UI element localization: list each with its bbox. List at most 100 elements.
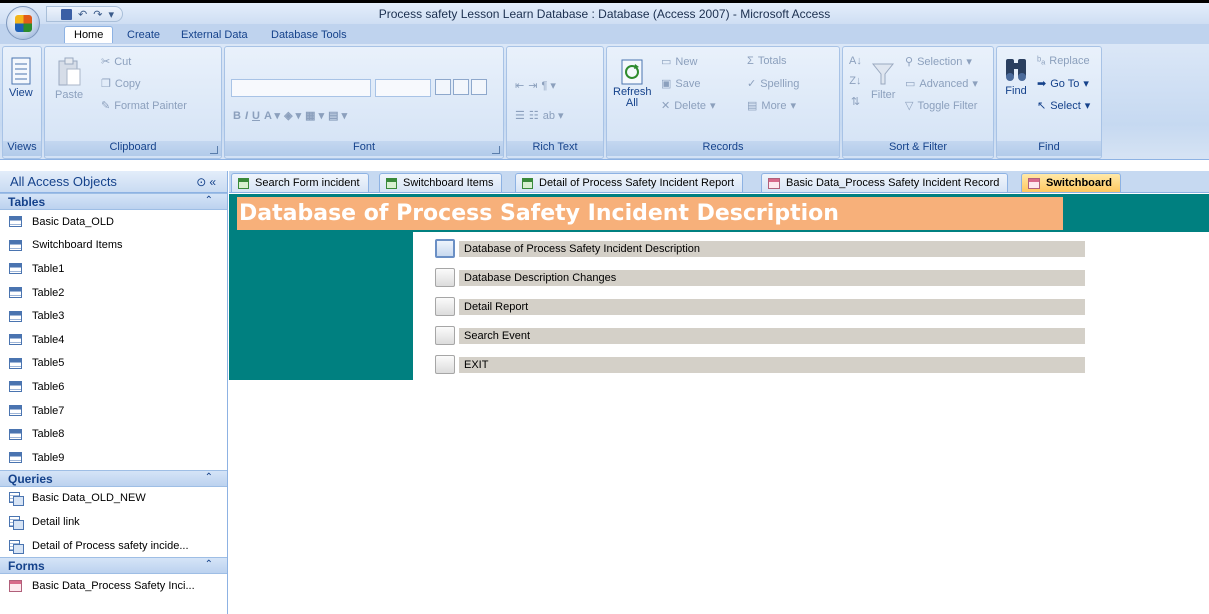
nav-item-table[interactable]: Table8 bbox=[0, 422, 227, 446]
nav-item-label: Table3 bbox=[32, 310, 65, 323]
delete-record-button[interactable]: ✕ Delete ▾ bbox=[661, 99, 716, 113]
office-button[interactable] bbox=[6, 6, 40, 40]
group-views: View Views bbox=[2, 46, 42, 159]
toggle-filter-label: Toggle Filter bbox=[917, 99, 978, 112]
tab-create[interactable]: Create bbox=[118, 27, 169, 43]
paragraph-icon[interactable]: ¶ ▾ bbox=[541, 79, 556, 92]
font-color-icon[interactable]: A ▾ bbox=[264, 109, 280, 122]
shutter-bar-close-icon[interactable]: « bbox=[209, 175, 219, 189]
doc-tab-detail-report[interactable]: Detail of Process Safety Incident Report bbox=[515, 173, 744, 192]
refresh-all-button[interactable]: Refresh All bbox=[613, 59, 652, 109]
italic-icon[interactable]: I bbox=[245, 110, 248, 122]
underline-icon[interactable]: U bbox=[252, 110, 260, 122]
advanced-button[interactable]: ▭ Advanced ▾ bbox=[905, 77, 978, 91]
alt-fill-icon[interactable]: ▤ ▾ bbox=[328, 109, 347, 122]
nav-item-table[interactable]: Table5 bbox=[0, 352, 227, 376]
clipboard-launcher-icon[interactable] bbox=[210, 146, 218, 154]
doc-tab-basic-data[interactable]: Basic Data_Process Safety Incident Recor… bbox=[761, 173, 1009, 192]
nav-item-table[interactable]: Table7 bbox=[0, 399, 227, 423]
nav-section-query[interactable]: Queries ⌃ bbox=[0, 469, 227, 487]
find-button[interactable]: Find bbox=[1003, 55, 1029, 97]
switchboard-option-button[interactable] bbox=[435, 355, 455, 374]
filter-button[interactable]: Filter bbox=[871, 61, 895, 101]
collapse-chevron-icon[interactable]: ⌃ bbox=[205, 559, 213, 570]
nav-controls: ⊙« bbox=[196, 175, 219, 189]
selection-button[interactable]: ⚲ Selection ▾ bbox=[905, 55, 972, 69]
nav-item-table[interactable]: Table2 bbox=[0, 281, 227, 305]
table-icon bbox=[9, 405, 22, 417]
switchboard-option-label: Database of Process Safety Incident Desc… bbox=[459, 240, 1085, 257]
doc-tab-search-form[interactable]: Search Form incident bbox=[231, 173, 369, 192]
align-left-icon[interactable] bbox=[435, 79, 451, 95]
decrease-indent-icon[interactable]: ⇤ bbox=[515, 79, 524, 92]
bold-icon[interactable]: B bbox=[233, 110, 241, 122]
select-label: Select bbox=[1050, 99, 1081, 112]
nav-item-query[interactable]: Detail link bbox=[0, 510, 227, 534]
select-pointer-icon: ↖ bbox=[1037, 100, 1047, 112]
switchboard-heading: Database of Process Safety Incident Desc… bbox=[237, 197, 1063, 230]
gridlines-icon[interactable]: ▦ ▾ bbox=[305, 109, 324, 122]
table-icon bbox=[9, 310, 22, 322]
nav-item-table[interactable]: Table6 bbox=[0, 375, 227, 399]
nav-item-query[interactable]: Detail of Process safety incide... bbox=[0, 534, 227, 558]
delete-dropdown-icon: ▾ bbox=[710, 100, 716, 112]
switchboard-option-button[interactable] bbox=[435, 268, 455, 287]
tab-external-data[interactable]: External Data bbox=[172, 27, 257, 43]
nav-item-table[interactable]: Basic Data_OLD bbox=[0, 210, 227, 234]
nav-item-query[interactable]: Basic Data_OLD_NEW bbox=[0, 487, 227, 511]
nav-item-table[interactable]: Table4 bbox=[0, 328, 227, 352]
tab-database-tools[interactable]: Database Tools bbox=[262, 27, 356, 43]
increase-indent-icon[interactable]: ⇥ bbox=[528, 79, 537, 92]
doc-tab-label: Detail of Process Safety Incident Report bbox=[539, 177, 735, 189]
nav-section-form[interactable]: Forms ⌃ bbox=[0, 557, 227, 575]
spelling-button[interactable]: ✓ Spelling bbox=[747, 77, 799, 91]
nav-item-table[interactable]: Table9 bbox=[0, 446, 227, 470]
switchboard-option-label: EXIT bbox=[459, 356, 1085, 373]
nav-item-table[interactable]: Switchboard Items bbox=[0, 234, 227, 258]
sort-ascending-icon[interactable]: A↓ bbox=[849, 55, 862, 67]
more-dropdown-icon: ▾ bbox=[790, 100, 796, 112]
align-right-icon[interactable] bbox=[471, 79, 487, 95]
copy-button[interactable]: ❐ Copy bbox=[101, 77, 141, 91]
goto-button[interactable]: ➡ Go To ▾ bbox=[1037, 77, 1089, 91]
switchboard-option-button[interactable] bbox=[435, 239, 455, 258]
more-icon: ▤ bbox=[747, 100, 758, 112]
switchboard-option-button[interactable] bbox=[435, 297, 455, 316]
switchboard-form: Database of Process Safety Incident Desc… bbox=[229, 194, 1209, 380]
doc-tab-label: Search Form incident bbox=[255, 177, 360, 189]
fill-color-icon[interactable]: ◈ ▾ bbox=[284, 109, 301, 122]
doc-tab-switchboard-items[interactable]: Switchboard Items bbox=[379, 173, 503, 192]
font-name-combo[interactable] bbox=[231, 79, 371, 97]
replace-button[interactable]: ᵇₐ Replace bbox=[1037, 55, 1090, 67]
collapse-chevron-icon[interactable]: ⌃ bbox=[205, 195, 213, 206]
nav-section-table[interactable]: Tables ⌃ bbox=[0, 193, 227, 210]
cut-button[interactable]: ✂ Cut bbox=[101, 55, 131, 69]
format-painter-button[interactable]: ✎ Format Painter bbox=[101, 99, 187, 113]
font-launcher-icon[interactable] bbox=[492, 146, 500, 154]
totals-button[interactable]: Σ Totals bbox=[747, 55, 787, 67]
doc-tab-switchboard[interactable]: Switchboard bbox=[1021, 173, 1122, 192]
bullet-list-icon[interactable]: ☷ bbox=[529, 109, 539, 122]
collapse-chevron-icon[interactable]: ⌃ bbox=[205, 472, 213, 483]
numbered-list-icon[interactable]: ☰ bbox=[515, 109, 525, 122]
clear-sort-icon[interactable]: ⇅ bbox=[851, 95, 860, 108]
selection-dropdown-icon: ▾ bbox=[966, 56, 972, 68]
paste-button[interactable]: Paste bbox=[55, 57, 83, 101]
nav-menu-icon[interactable]: ⊙ bbox=[196, 175, 209, 189]
nav-item-table[interactable]: Table3 bbox=[0, 304, 227, 328]
view-button[interactable]: View bbox=[9, 57, 33, 99]
new-record-button[interactable]: ▭ New bbox=[661, 55, 697, 69]
more-button[interactable]: ▤ More ▾ bbox=[747, 99, 796, 113]
nav-item-table[interactable]: Table1 bbox=[0, 257, 227, 281]
tab-home[interactable]: Home bbox=[64, 26, 114, 43]
font-size-combo[interactable] bbox=[375, 79, 431, 97]
switchboard-option-button[interactable] bbox=[435, 326, 455, 345]
highlight-icon[interactable]: ab ▾ bbox=[543, 109, 564, 122]
sort-descending-icon[interactable]: Z↓ bbox=[849, 75, 861, 87]
toggle-filter-button[interactable]: ▽ Toggle Filter bbox=[905, 99, 978, 113]
select-button[interactable]: ↖ Select ▾ bbox=[1037, 99, 1090, 113]
nav-item-form[interactable]: Basic Data_Process Safety Inci... bbox=[0, 574, 227, 598]
save-record-button[interactable]: ▣ Save bbox=[661, 77, 700, 91]
align-center-icon[interactable] bbox=[453, 79, 469, 95]
office-logo-icon bbox=[15, 15, 32, 32]
